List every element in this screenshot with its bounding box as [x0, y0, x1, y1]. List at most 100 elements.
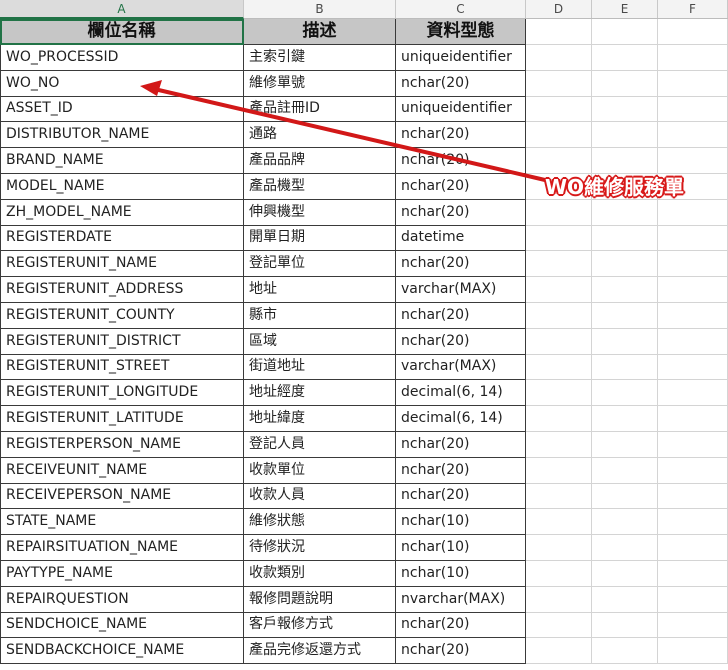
column-header-b[interactable]: B: [244, 0, 396, 18]
empty-cell[interactable]: [592, 586, 658, 613]
empty-cell[interactable]: [526, 328, 592, 355]
table-cell[interactable]: REGISTERUNIT_STREET: [0, 354, 244, 381]
table-cell[interactable]: 待修狀況: [244, 535, 396, 561]
table-cell[interactable]: varchar(MAX): [396, 354, 526, 381]
empty-cell[interactable]: [592, 457, 658, 484]
empty-cell[interactable]: [526, 509, 592, 536]
empty-cell[interactable]: [526, 638, 592, 665]
table-cell[interactable]: 地址: [244, 277, 396, 303]
empty-cell[interactable]: [592, 122, 658, 149]
empty-cell[interactable]: [658, 148, 728, 174]
empty-cell[interactable]: [592, 406, 658, 432]
empty-cell[interactable]: [592, 96, 658, 123]
table-cell[interactable]: STATE_NAME: [0, 509, 244, 536]
empty-cell[interactable]: [658, 638, 728, 665]
empty-cell[interactable]: [658, 251, 728, 278]
table-cell[interactable]: 維修單號: [244, 70, 396, 97]
column-header-c[interactable]: C: [396, 0, 526, 18]
table-cell[interactable]: 產品註冊ID: [244, 96, 396, 123]
empty-cell[interactable]: [658, 535, 728, 561]
column-header-e[interactable]: E: [592, 0, 658, 18]
table-cell[interactable]: PAYTYPE_NAME: [0, 560, 244, 587]
empty-cell[interactable]: [658, 431, 728, 458]
empty-cell[interactable]: [592, 328, 658, 355]
table-cell[interactable]: 收款類別: [244, 560, 396, 587]
table-cell[interactable]: REGISTERUNIT_ADDRESS: [0, 277, 244, 303]
table-cell[interactable]: BRAND_NAME: [0, 148, 244, 174]
header-cell[interactable]: 欄位名稱: [0, 19, 244, 45]
table-cell[interactable]: 街道地址: [244, 354, 396, 381]
column-header-a[interactable]: A: [0, 0, 244, 19]
empty-cell[interactable]: [658, 199, 728, 226]
table-cell[interactable]: 客戶報修方式: [244, 612, 396, 639]
empty-cell[interactable]: [526, 431, 592, 458]
empty-cell[interactable]: [592, 44, 658, 71]
empty-cell[interactable]: [592, 431, 658, 458]
table-cell[interactable]: RECEIVEPERSON_NAME: [0, 483, 244, 510]
empty-cell[interactable]: [592, 70, 658, 97]
empty-cell[interactable]: [592, 19, 658, 45]
table-cell[interactable]: SENDCHOICE_NAME: [0, 612, 244, 639]
table-cell[interactable]: REPAIRQUESTION: [0, 586, 244, 613]
empty-cell[interactable]: [658, 380, 728, 407]
empty-cell[interactable]: [658, 509, 728, 536]
table-cell[interactable]: 產品完修返還方式: [244, 638, 396, 665]
empty-cell[interactable]: [658, 302, 728, 329]
empty-cell[interactable]: [526, 535, 592, 561]
header-cell[interactable]: 描述: [244, 19, 396, 45]
empty-cell[interactable]: [658, 277, 728, 303]
empty-cell[interactable]: [526, 354, 592, 381]
table-cell[interactable]: SENDBACKCHOICE_NAME: [0, 638, 244, 665]
table-cell[interactable]: 收款單位: [244, 457, 396, 484]
table-cell[interactable]: 登記人員: [244, 431, 396, 458]
empty-cell[interactable]: [526, 406, 592, 432]
empty-cell[interactable]: [526, 148, 592, 174]
table-cell[interactable]: 產品品牌: [244, 148, 396, 174]
table-cell[interactable]: nchar(20): [396, 612, 526, 639]
table-cell[interactable]: WO_PROCESSID: [0, 44, 244, 71]
empty-cell[interactable]: [526, 483, 592, 510]
empty-cell[interactable]: [592, 509, 658, 536]
table-cell[interactable]: nchar(20): [396, 122, 526, 149]
table-cell[interactable]: nchar(20): [396, 70, 526, 97]
table-cell[interactable]: 區域: [244, 328, 396, 355]
table-cell[interactable]: nchar(20): [396, 483, 526, 510]
empty-cell[interactable]: [526, 586, 592, 613]
table-cell[interactable]: varchar(MAX): [396, 277, 526, 303]
table-cell[interactable]: uniqueidentifier: [396, 96, 526, 123]
empty-cell[interactable]: [526, 225, 592, 252]
empty-cell[interactable]: [658, 586, 728, 613]
table-cell[interactable]: 報修問題說明: [244, 586, 396, 613]
empty-cell[interactable]: [526, 560, 592, 587]
table-cell[interactable]: 維修狀態: [244, 509, 396, 536]
empty-cell[interactable]: [658, 70, 728, 97]
empty-cell[interactable]: [658, 483, 728, 510]
empty-cell[interactable]: [658, 354, 728, 381]
table-cell[interactable]: nchar(20): [396, 302, 526, 329]
empty-cell[interactable]: [526, 277, 592, 303]
table-cell[interactable]: RECEIVEUNIT_NAME: [0, 457, 244, 484]
table-cell[interactable]: datetime: [396, 225, 526, 252]
table-cell[interactable]: decimal(6, 14): [396, 380, 526, 407]
table-cell[interactable]: nchar(10): [396, 560, 526, 587]
empty-cell[interactable]: [526, 380, 592, 407]
table-cell[interactable]: 縣市: [244, 302, 396, 329]
table-cell[interactable]: REGISTERUNIT_LATITUDE: [0, 406, 244, 432]
table-cell[interactable]: REGISTERUNIT_NAME: [0, 251, 244, 278]
table-cell[interactable]: nchar(20): [396, 457, 526, 484]
empty-cell[interactable]: [592, 380, 658, 407]
empty-cell[interactable]: [526, 96, 592, 123]
empty-cell[interactable]: [592, 560, 658, 587]
empty-cell[interactable]: [592, 199, 658, 226]
empty-cell[interactable]: [658, 122, 728, 149]
table-cell[interactable]: nchar(20): [396, 638, 526, 665]
column-header-f[interactable]: F: [658, 0, 728, 18]
table-cell[interactable]: 伸興機型: [244, 199, 396, 226]
table-cell[interactable]: nvarchar(MAX): [396, 586, 526, 613]
empty-cell[interactable]: [658, 96, 728, 123]
table-cell[interactable]: 登記單位: [244, 251, 396, 278]
table-cell[interactable]: uniqueidentifier: [396, 44, 526, 71]
empty-cell[interactable]: [592, 535, 658, 561]
empty-cell[interactable]: [658, 457, 728, 484]
empty-cell[interactable]: [526, 457, 592, 484]
